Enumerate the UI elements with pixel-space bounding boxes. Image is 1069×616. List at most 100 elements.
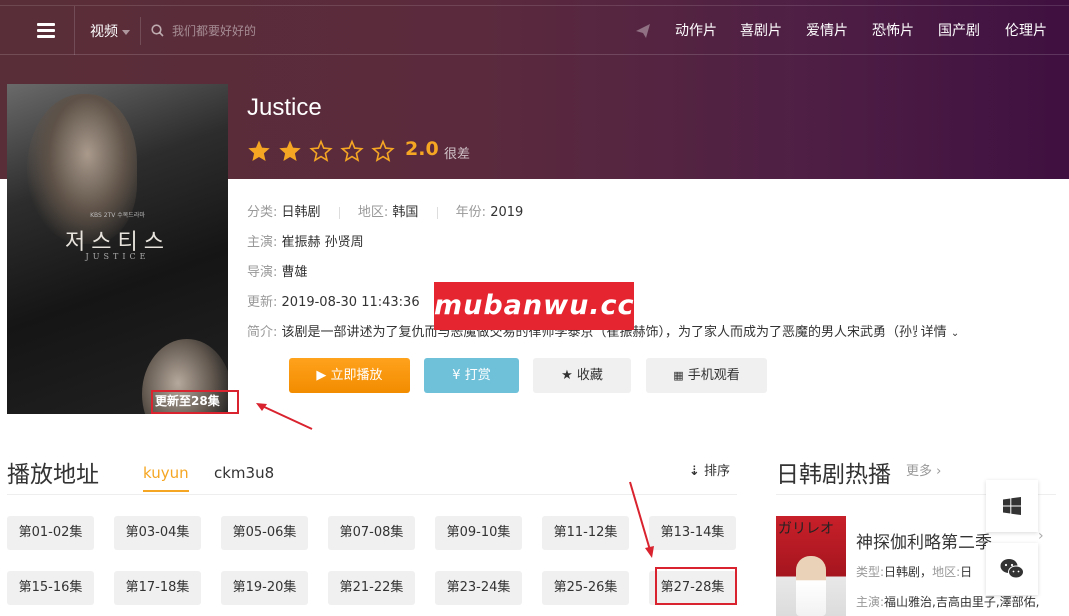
- annotation-arrow-icon: [256, 403, 313, 430]
- nav-link-domestic[interactable]: 国产剧: [938, 20, 980, 40]
- episode-button[interactable]: 第21-22集: [328, 571, 415, 605]
- channel-dropdown[interactable]: 视频: [90, 21, 130, 41]
- source-tab-kuyun[interactable]: kuyun: [143, 464, 189, 492]
- play-now-button[interactable]: ▶ 立即播放: [289, 358, 410, 393]
- year-value[interactable]: 2019: [490, 205, 523, 220]
- search-input[interactable]: [172, 20, 372, 42]
- hot-region-label: 地区:: [932, 565, 961, 579]
- star-empty-icon[interactable]: [371, 139, 395, 163]
- episode-button[interactable]: 第23-24集: [435, 571, 522, 605]
- star-filled-icon[interactable]: [247, 139, 271, 163]
- star-empty-icon[interactable]: [340, 139, 364, 163]
- poster-image[interactable]: KBS 2TV 수목드라마 저스티스 JUSTICE 更新至28集: [7, 84, 228, 414]
- episode-button[interactable]: 第01-02集: [7, 516, 94, 550]
- meta-row-cast: 主演: 崔振赫 孙贤周: [247, 231, 364, 250]
- hot-type-value: 日韩剧，: [884, 565, 933, 579]
- episode-button[interactable]: 第25-26集: [542, 571, 629, 605]
- divider: [338, 206, 340, 219]
- nav-link-ethics[interactable]: 伦理片: [1005, 20, 1047, 40]
- episode-button[interactable]: 第17-18集: [114, 571, 201, 605]
- annotation-box: [151, 390, 239, 414]
- search-box: [140, 17, 400, 45]
- nav-link-action[interactable]: 动作片: [675, 20, 717, 40]
- favorite-button[interactable]: ★ 收藏: [533, 358, 631, 393]
- chevron-down-icon: [122, 29, 130, 35]
- hot-cast-label: 主演:: [856, 595, 885, 609]
- chevron-down-icon: ⌄: [950, 328, 960, 339]
- episode-button[interactable]: 第11-12集: [542, 516, 629, 550]
- cast-label: 主演:: [247, 235, 278, 250]
- hot-item-meta: 类型:日韩剧，地区:日: [856, 563, 972, 580]
- hot-item-cast: 主演:福山雅治,吉高由里子,澤部佑,: [856, 593, 1040, 610]
- menu-icon-bar: [37, 35, 55, 38]
- mobile-watch-label: 手机观看: [687, 368, 740, 383]
- windows-icon: [1003, 497, 1021, 515]
- wechat-float-button[interactable]: [986, 543, 1038, 595]
- sort-label: 排序: [704, 464, 731, 479]
- menu-icon-bar: [37, 29, 55, 32]
- region-label: 地区:: [357, 205, 389, 220]
- wechat-icon: [1000, 559, 1024, 579]
- episode-button[interactable]: 第09-10集: [435, 516, 522, 550]
- episode-button[interactable]: 第07-08集: [328, 516, 415, 550]
- hot-item-poster[interactable]: ガリレオ: [776, 516, 846, 616]
- top-nav: 视频 动作片 喜剧片 爱情片 恐怖片 国产剧 伦理片: [0, 5, 1069, 55]
- updated-value: 2019-08-30 11:43:36: [281, 295, 420, 310]
- hot-region-value: 日: [960, 565, 973, 579]
- search-icon[interactable]: [151, 24, 164, 37]
- episode-button[interactable]: 第05-06集: [221, 516, 308, 550]
- region-value[interactable]: 韩国: [392, 205, 418, 220]
- episode-button[interactable]: 第19-20集: [221, 571, 308, 605]
- year-label: 年份:: [455, 205, 487, 220]
- play-section-title: 播放地址: [7, 462, 99, 488]
- menu-button[interactable]: [20, 6, 75, 55]
- mobile-watch-button[interactable]: ▦ 手机观看: [646, 358, 767, 393]
- episode-button[interactable]: 第13-14集: [649, 516, 736, 550]
- poster-figure: [27, 94, 137, 244]
- hot-poster-figure: [796, 556, 826, 616]
- meta-row-category: 分类: 日韩剧 地区: 韩国 年份: 2019: [247, 201, 523, 220]
- updated-label: 更新:: [247, 295, 278, 310]
- windows-float-button[interactable]: [986, 480, 1038, 532]
- rating-label: 很差: [444, 147, 471, 162]
- send-icon[interactable]: [635, 23, 651, 39]
- category-value[interactable]: 日韩剧: [282, 205, 321, 220]
- annotation-box: [655, 567, 737, 605]
- page-title: Justice: [247, 94, 322, 121]
- source-tab-ckm3u8[interactable]: ckm3u8: [214, 464, 274, 482]
- cast-value[interactable]: 崔振赫 孙贤周: [282, 235, 364, 250]
- sort-icon: ⇣: [689, 464, 700, 479]
- intro-more-link[interactable]: 详情 ⌄: [921, 325, 960, 340]
- category-label: 分类:: [247, 205, 278, 220]
- poster-kbs-text: KBS 2TV 수목드라마: [90, 212, 145, 219]
- watermark-banner: mubanwu.cc: [434, 282, 634, 330]
- divider: [436, 206, 438, 219]
- director-label: 导演:: [247, 265, 278, 280]
- nav-link-comedy[interactable]: 喜剧片: [740, 20, 782, 40]
- star-empty-icon[interactable]: [309, 139, 333, 163]
- tip-button[interactable]: ¥ 打赏: [424, 358, 519, 393]
- nav-link-horror[interactable]: 恐怖片: [872, 20, 914, 40]
- sort-button[interactable]: ⇣ 排序: [689, 460, 730, 479]
- qrcode-icon: ▦: [673, 369, 684, 382]
- hot-item-title[interactable]: 神探伽利略第二季: [856, 528, 992, 553]
- meta-row-updated: 更新: 2019-08-30 11:43:36: [247, 291, 420, 310]
- annotation-arrow-icon: [629, 481, 654, 558]
- nav-link-romance[interactable]: 爱情片: [806, 20, 848, 40]
- star-filled-icon[interactable]: [278, 139, 302, 163]
- channel-label: 视频: [90, 24, 118, 40]
- episode-button[interactable]: 第03-04集: [114, 516, 201, 550]
- poster-english-title: JUSTICE: [85, 252, 150, 261]
- intro-more-label: 详情: [920, 325, 947, 340]
- hot-type-label: 类型:: [856, 565, 885, 579]
- episode-button[interactable]: 第15-16集: [7, 571, 94, 605]
- meta-row-intro: 简介: 该剧是一部讲述为了复仇而与恶魔做交易的律师李泰京（崔振赫饰），为了家人而…: [247, 321, 1042, 340]
- hot-section-title: 日韩剧热播: [776, 462, 891, 488]
- chevron-right-icon[interactable]: ›: [1038, 528, 1044, 544]
- director-value[interactable]: 曹雄: [282, 265, 308, 280]
- hot-more-link[interactable]: 更多 ›: [906, 460, 941, 479]
- rating-score: 2.0: [405, 138, 439, 160]
- meta-row-director: 导演: 曹雄: [247, 261, 308, 280]
- hot-poster-text: ガリレオ: [778, 521, 834, 537]
- intro-label: 简介:: [247, 325, 278, 340]
